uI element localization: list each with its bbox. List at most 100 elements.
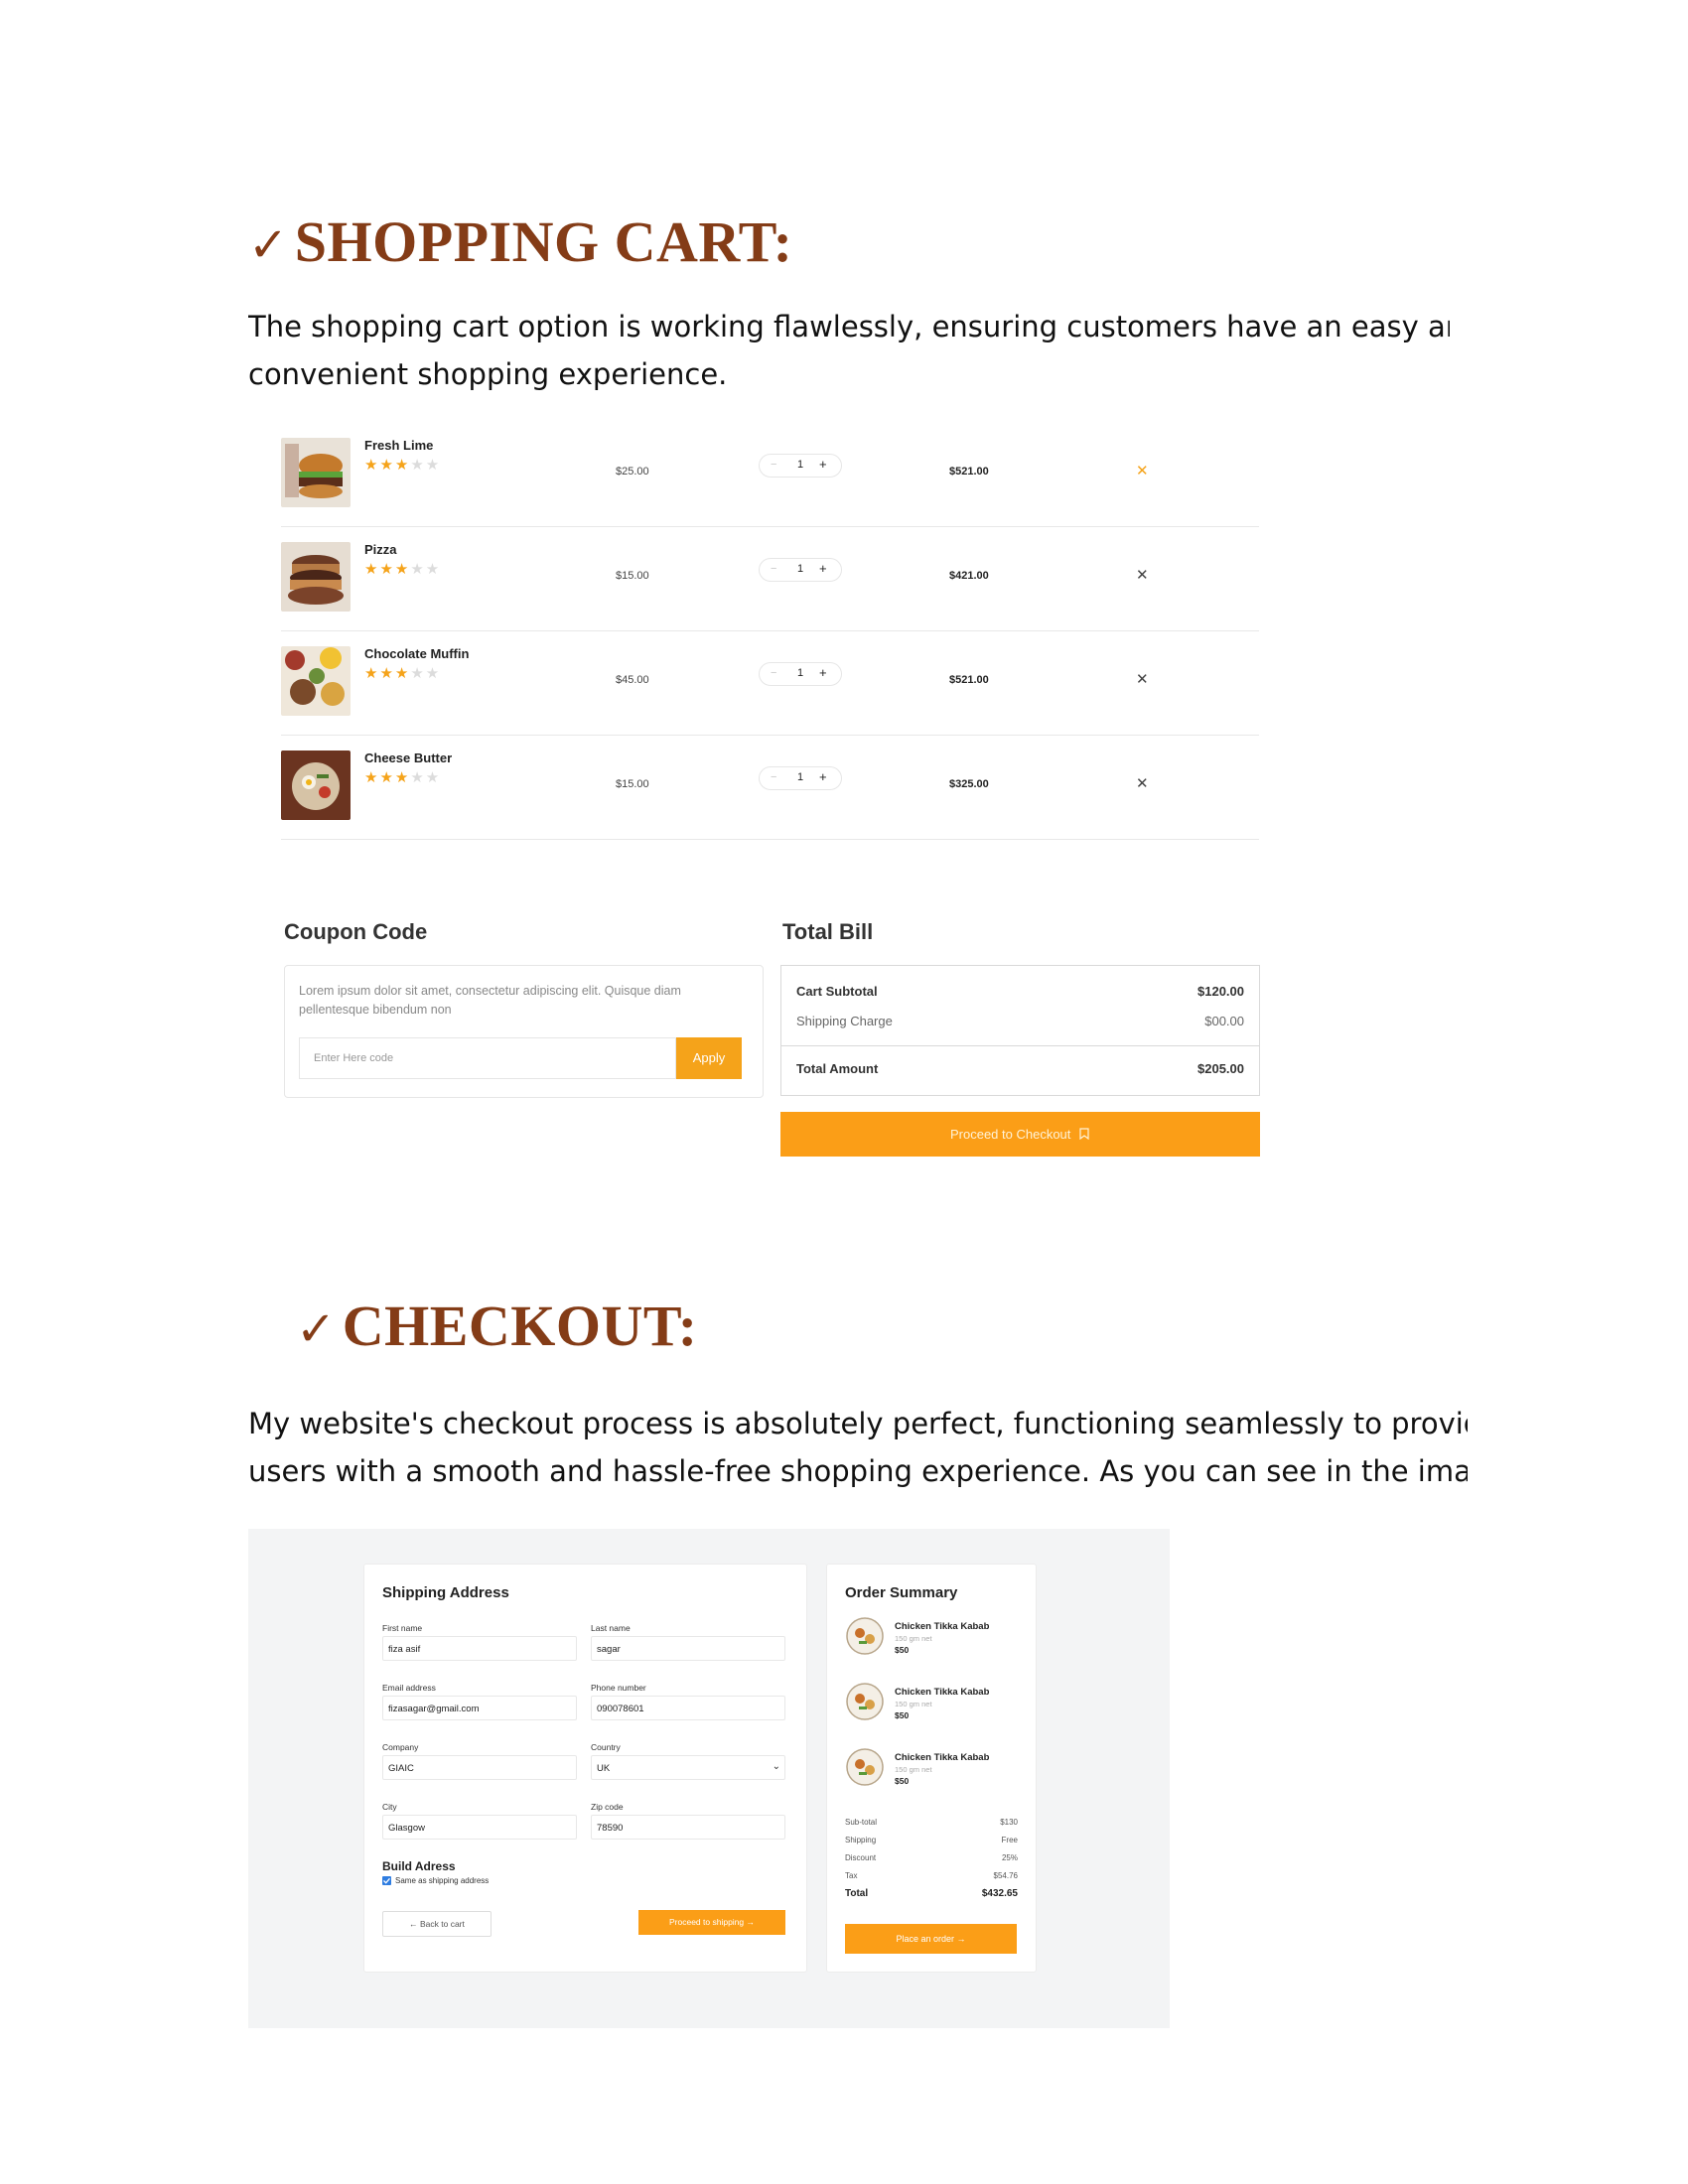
rating-stars: ★★★★★ bbox=[364, 665, 442, 682]
quantity-value: 1 bbox=[797, 667, 804, 679]
checkmark-icon: ✓ bbox=[296, 1301, 337, 1357]
product-name: Pizza bbox=[364, 542, 397, 557]
order-item-name: Chicken Tikka Kabab bbox=[895, 1752, 990, 1763]
coupon-description: Lorem ipsum dolor sit amet, consectetur … bbox=[299, 984, 681, 1017]
cart-row: Pizza ★★★★★ $15.00 − 1 + $421.00 ✕ bbox=[281, 526, 1259, 631]
order-item-weight: 150 gm net bbox=[895, 1634, 932, 1643]
rating-stars: ★★★★★ bbox=[364, 457, 442, 474]
line-total: $521.00 bbox=[949, 674, 989, 686]
cart-row: Cheese Butter ★★★★★ $15.00 − 1 + $325.00… bbox=[281, 735, 1259, 840]
order-summary-title: Order Summary bbox=[845, 1584, 958, 1601]
shipping-row: Shipping Free bbox=[845, 1836, 1018, 1844]
subtotal-row: Sub-total $130 bbox=[845, 1818, 1018, 1827]
phone-field[interactable]: 090078601 bbox=[591, 1696, 785, 1720]
checkout-description: My website's checkout process is absolut… bbox=[248, 1407, 1468, 1488]
quantity-stepper[interactable]: − 1 + bbox=[759, 766, 842, 790]
pizza-image bbox=[281, 542, 351, 612]
first-name-field[interactable]: fiza asif bbox=[382, 1636, 577, 1661]
proceed-to-checkout-button[interactable]: Proceed to Checkout bbox=[780, 1112, 1260, 1157]
product-name: Chocolate Muffin bbox=[364, 646, 470, 661]
quantity-stepper[interactable]: − 1 + bbox=[759, 454, 842, 478]
order-item-name: Chicken Tikka Kabab bbox=[895, 1621, 990, 1632]
company-label: Company bbox=[382, 1742, 419, 1752]
rating-stars: ★★★★★ bbox=[364, 561, 442, 578]
check-icon bbox=[383, 1877, 390, 1884]
increase-button[interactable]: + bbox=[819, 769, 827, 784]
same-as-shipping-label: Same as shipping address bbox=[395, 1876, 490, 1885]
coupon-title: Coupon Code bbox=[284, 919, 428, 944]
order-item-weight: 150 gm net bbox=[895, 1700, 932, 1708]
increase-button[interactable]: + bbox=[819, 457, 827, 472]
cart-subtotal-row: Cart Subtotal $120.00 bbox=[796, 984, 1244, 999]
city-field[interactable]: Glasgow bbox=[382, 1815, 577, 1840]
order-item-price: $50 bbox=[895, 1776, 910, 1786]
order-item-price: $50 bbox=[895, 1645, 910, 1655]
unit-price: $15.00 bbox=[616, 570, 649, 582]
country-select[interactable]: UK ⌄ bbox=[591, 1755, 785, 1780]
unit-price: $25.00 bbox=[616, 466, 649, 478]
shopping-cart-heading: ✓ SHOPPING CART: bbox=[248, 209, 793, 274]
unit-price: $15.00 bbox=[616, 778, 649, 790]
line-total: $521.00 bbox=[949, 466, 989, 478]
line-total: $325.00 bbox=[949, 778, 989, 790]
checkmark-icon: ✓ bbox=[248, 217, 289, 273]
zip-field[interactable]: 78590 bbox=[591, 1815, 785, 1840]
unit-price: $45.00 bbox=[616, 674, 649, 686]
back-to-cart-button[interactable]: ← Back to cart bbox=[382, 1911, 492, 1937]
checkout-screenshot: Shipping Address First name fiza asif La… bbox=[248, 1529, 1170, 2028]
phone-label: Phone number bbox=[591, 1683, 646, 1693]
same-as-shipping-checkbox[interactable] bbox=[382, 1876, 391, 1885]
burger-image bbox=[281, 438, 351, 507]
remove-item-icon[interactable]: ✕ bbox=[1136, 462, 1149, 479]
shipping-address-title: Shipping Address bbox=[382, 1584, 509, 1601]
tax-row: Tax $54.76 bbox=[845, 1871, 1018, 1880]
coupon-code-input[interactable]: Enter Here code bbox=[299, 1037, 676, 1079]
discount-row: Discount 25% bbox=[845, 1853, 1018, 1862]
kabab-image bbox=[846, 1683, 884, 1720]
total-bill-panel: Cart Subtotal $120.00 Shipping Charge $0… bbox=[780, 965, 1260, 1096]
remove-item-icon[interactable]: ✕ bbox=[1136, 566, 1149, 584]
quantity-stepper[interactable]: − 1 + bbox=[759, 558, 842, 582]
decrease-button[interactable]: − bbox=[771, 771, 776, 783]
last-name-field[interactable]: sagar bbox=[591, 1636, 785, 1661]
order-item-name: Chicken Tikka Kabab bbox=[895, 1687, 990, 1698]
decrease-button[interactable]: − bbox=[771, 563, 776, 575]
last-name-label: Last name bbox=[591, 1623, 631, 1633]
bookmark-icon bbox=[1079, 1128, 1089, 1141]
order-total-row: Total $432.65 bbox=[845, 1888, 1018, 1899]
decrease-button[interactable]: − bbox=[771, 667, 776, 679]
total-bill-title: Total Bill bbox=[782, 919, 874, 944]
email-field[interactable]: fizasagar@gmail.com bbox=[382, 1696, 577, 1720]
cart-row: Chocolate Muffin ★★★★★ $45.00 − 1 + $521… bbox=[281, 630, 1259, 736]
rating-stars: ★★★★★ bbox=[364, 769, 442, 786]
kabab-image bbox=[846, 1748, 884, 1786]
cart-row: Fresh Lime ★★★★★ $25.00 − 1 + $521.00 ✕ bbox=[281, 422, 1259, 527]
checkout-heading: ✓ CHECKOUT: bbox=[296, 1294, 698, 1358]
quantity-stepper[interactable]: − 1 + bbox=[759, 662, 842, 686]
total-amount-row: Total Amount $205.00 bbox=[796, 1061, 1244, 1076]
remove-item-icon[interactable]: ✕ bbox=[1136, 670, 1149, 688]
zip-label: Zip code bbox=[591, 1802, 624, 1812]
place-order-button[interactable]: Place an order → bbox=[845, 1924, 1017, 1954]
line-total: $421.00 bbox=[949, 570, 989, 582]
order-item-weight: 150 gm net bbox=[895, 1765, 932, 1774]
city-label: City bbox=[382, 1802, 397, 1812]
increase-button[interactable]: + bbox=[819, 561, 827, 576]
shipping-address-card: Shipping Address First name fiza asif La… bbox=[363, 1564, 807, 1973]
proceed-to-shipping-button[interactable]: Proceed to shipping → bbox=[638, 1910, 785, 1935]
billing-address-title: Build Adress bbox=[382, 1859, 456, 1873]
product-name: Fresh Lime bbox=[364, 438, 434, 453]
shopping-cart-description: The shopping cart option is working flaw… bbox=[248, 310, 1450, 391]
remove-item-icon[interactable]: ✕ bbox=[1136, 774, 1149, 792]
country-label: Country bbox=[591, 1742, 621, 1752]
quantity-value: 1 bbox=[797, 563, 804, 575]
company-field[interactable]: GIAIC bbox=[382, 1755, 577, 1780]
apply-coupon-button[interactable]: Apply bbox=[676, 1037, 742, 1079]
first-name-label: First name bbox=[382, 1623, 423, 1633]
product-name: Cheese Butter bbox=[364, 751, 453, 765]
kabab-image bbox=[846, 1617, 884, 1655]
chevron-down-icon: ⌄ bbox=[772, 1761, 780, 1772]
increase-button[interactable]: + bbox=[819, 665, 827, 680]
decrease-button[interactable]: − bbox=[771, 459, 776, 471]
divider bbox=[781, 1045, 1259, 1046]
